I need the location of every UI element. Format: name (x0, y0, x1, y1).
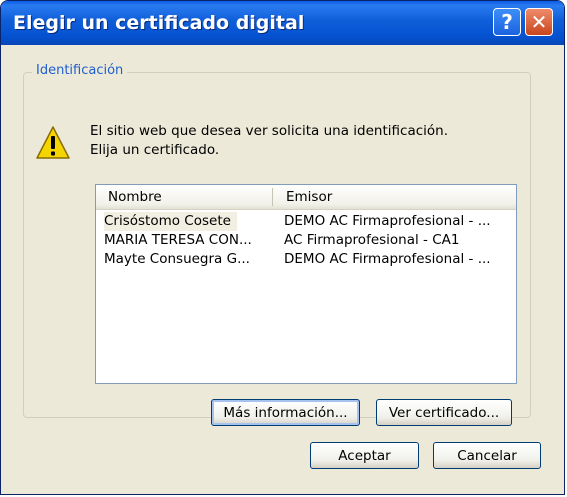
cancel-button[interactable]: Cancelar (433, 442, 541, 469)
accept-button[interactable]: Aceptar (310, 442, 419, 469)
certificate-issuer: DEMO AC Firmaprofesional - ... (284, 213, 491, 229)
certificate-issuer: AC Firmaprofesional - CA1 (284, 232, 460, 248)
view-certificate-button[interactable]: Ver certificado... (376, 399, 512, 426)
list-item[interactable]: MARIA TERESA CON... AC Firmaprofesional … (100, 231, 512, 250)
more-info-button[interactable]: Más información... (211, 399, 360, 426)
list-header: Nombre Emisor (96, 185, 516, 210)
help-icon: ? (501, 10, 513, 34)
group-legend: Identificación (32, 63, 128, 78)
certificate-name: Mayte Consuegra G... (104, 251, 250, 267)
warning-icon (36, 126, 70, 159)
dialog-window: Elegir un certificado digital ? ✕ Identi… (0, 0, 565, 495)
certificate-issuer: DEMO AC Firmaprofesional - ... (284, 251, 491, 267)
close-icon: ✕ (530, 10, 548, 34)
message-line-2: Elija un certificado. (90, 142, 220, 158)
column-header-nombre[interactable]: Nombre (108, 185, 162, 209)
certificate-name: Crisóstomo Cosete (104, 212, 237, 231)
dialog-body: Identificación El sitio web que desea ve… (5, 45, 560, 490)
help-button[interactable]: ? (493, 8, 521, 36)
close-button[interactable]: ✕ (525, 8, 553, 36)
request-message: El sitio web que desea ver solicita una … (90, 122, 448, 160)
message-line-1: El sitio web que desea ver solicita una … (90, 123, 449, 139)
column-divider[interactable] (272, 188, 273, 206)
certificate-list[interactable]: Nombre Emisor Crisóstomo Cosete DEMO AC … (95, 184, 517, 384)
certificate-name: MARIA TERESA CON... (104, 232, 252, 248)
window-title: Elegir un certificado digital (13, 12, 305, 34)
title-bar[interactable]: Elegir un certificado digital ? ✕ (1, 1, 564, 45)
list-item[interactable]: Mayte Consuegra G... DEMO AC Firmaprofes… (100, 250, 512, 269)
identification-group: Identificación El sitio web que desea ve… (23, 63, 531, 426)
list-item[interactable]: Crisóstomo Cosete DEMO AC Firmaprofesion… (100, 212, 512, 231)
column-header-emisor[interactable]: Emisor (286, 185, 332, 209)
